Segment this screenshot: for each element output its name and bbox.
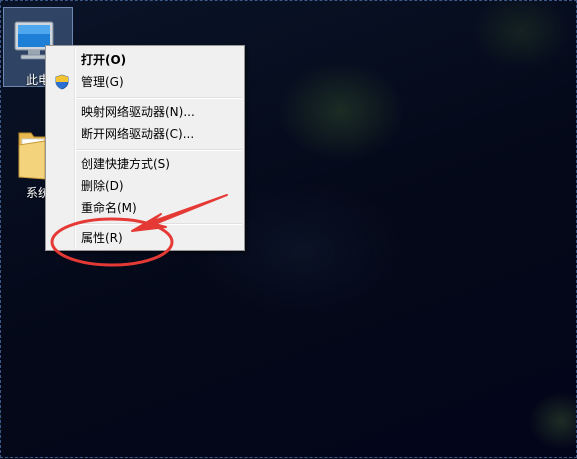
annotation-overlay xyxy=(50,194,228,267)
red-arrow-annotation xyxy=(131,194,228,232)
desktop-background: 此电 系统 打开(O) 管理(G) 映射网络驱动器(N)... 断开网络驱动器(… xyxy=(0,0,577,458)
